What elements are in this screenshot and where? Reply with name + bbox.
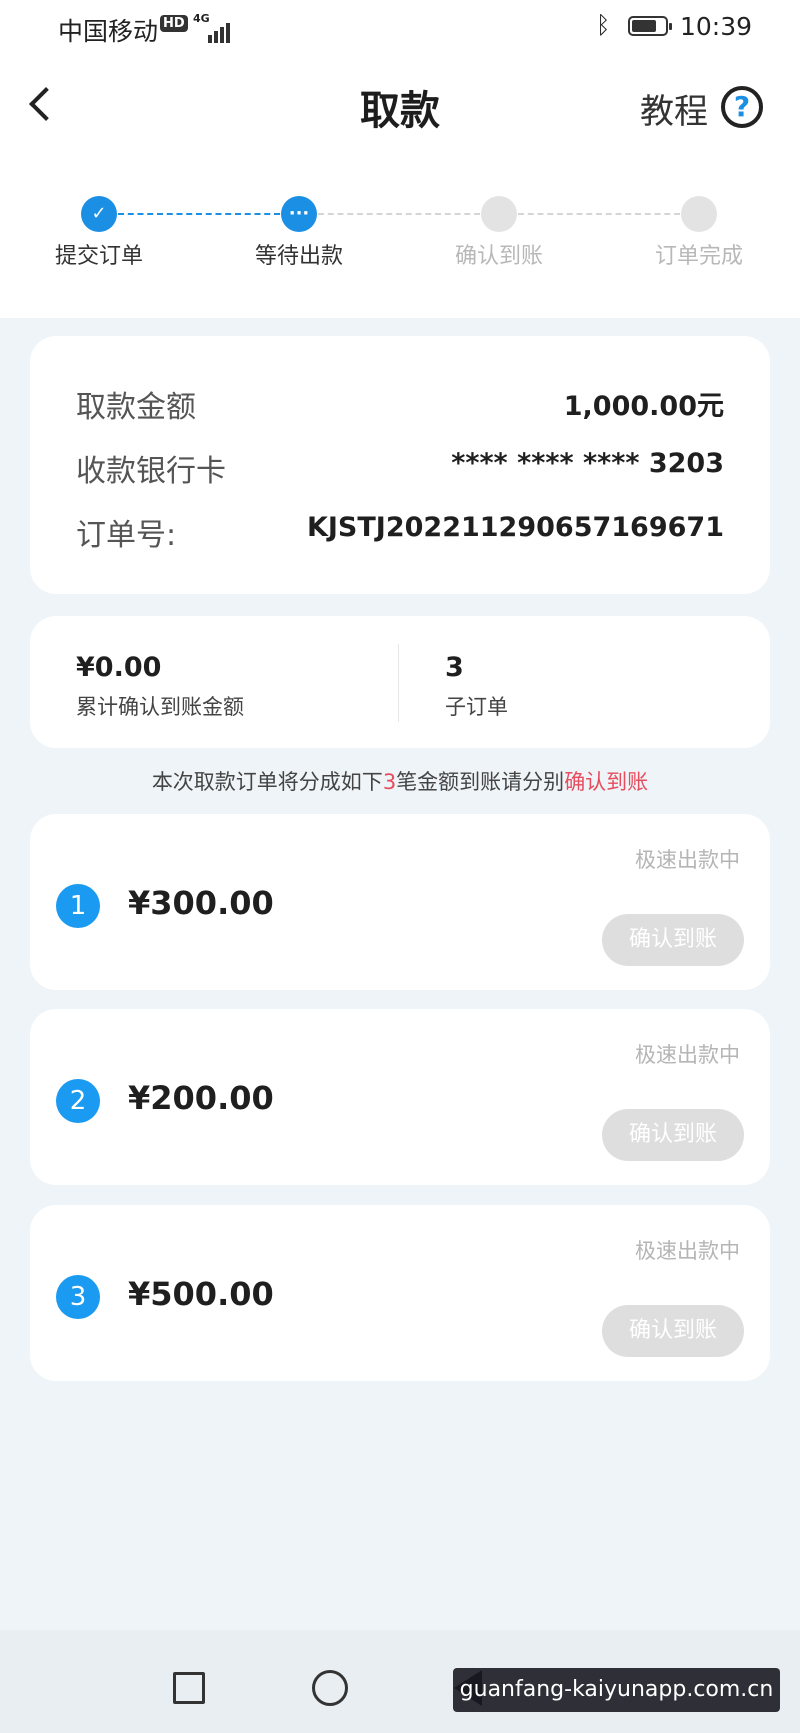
hd-badge: HD (160, 15, 188, 32)
bank-card-row: 收款银行卡 **** **** **** 3203 (76, 446, 724, 490)
confirm-received-button[interactable]: 确认到账 (602, 1305, 744, 1357)
sub-order-count: 3 (445, 652, 464, 683)
split-notice: 本次取款订单将分成如下3笔金额到账请分别确认到账 (0, 766, 800, 796)
bank-card-label: 收款银行卡 (76, 454, 226, 489)
withdraw-info-card: 取款金额 1,000.00元 收款银行卡 **** **** **** 3203… (30, 336, 770, 594)
confirmed-amount-label: 累计确认到账金额 (76, 695, 244, 719)
order-number-value: KJSTJ202211290657169671 (306, 512, 724, 543)
amount-label: 取款金额 (76, 390, 196, 425)
step-label-complete: 订单完成 (654, 244, 743, 269)
ellipsis-icon: ··· (281, 196, 317, 232)
bank-card-value: **** **** **** 3203 (451, 448, 724, 479)
confirm-received-button[interactable]: 确认到账 (602, 914, 744, 966)
confirmed-amount-block: ¥0.00 累计确认到账金额 (76, 652, 244, 721)
step-connector (318, 213, 480, 215)
order-index-badge: 3 (56, 1275, 100, 1319)
bluetooth-icon: ᛒ (596, 11, 611, 39)
help-icon[interactable]: ? (721, 86, 763, 128)
notice-count: 3 (382, 770, 397, 794)
divider (398, 644, 399, 722)
sub-order-card: 1 ¥300.00 极速出款中 确认到账 (30, 814, 770, 990)
sub-order-card: 2 ¥200.00 极速出款中 确认到账 (30, 1009, 770, 1185)
progress-steps: ✓ ··· 提交订单 等待出款 确认到账 订单完成 (0, 196, 800, 276)
sub-order-label: 子订单 (445, 695, 508, 719)
sub-order-amount: ¥500.00 (128, 1275, 274, 1313)
summary-card: ¥0.00 累计确认到账金额 3 子订单 (30, 616, 770, 748)
step-label-confirm: 确认到账 (454, 244, 543, 269)
sub-order-status: 极速出款中 (635, 1043, 740, 1067)
notice-action: 确认到账 (564, 770, 649, 794)
status-bar: 中国移动 HD 4G ᛒ 10:39 (0, 0, 800, 56)
amount-value: 1,000.00元 (563, 391, 724, 422)
battery-icon (628, 16, 672, 36)
sub-order-status: 极速出款中 (635, 1239, 740, 1263)
confirm-received-button[interactable]: 确认到账 (602, 1109, 744, 1161)
order-index-badge: 2 (56, 1079, 100, 1123)
order-number-row: 订单号: KJSTJ202211290657169671 (76, 510, 724, 554)
signal-icon (208, 14, 232, 43)
sub-order-card: 3 ¥500.00 极速出款中 确认到账 (30, 1205, 770, 1381)
pending-step-icon (481, 196, 517, 232)
step-label-submit: 提交订单 (54, 244, 143, 269)
step-connector (518, 213, 680, 215)
step-label-waiting: 等待出款 (254, 244, 343, 269)
confirmed-amount: ¥0.00 (76, 652, 162, 683)
amount-row: 取款金额 1,000.00元 (76, 382, 724, 426)
home-icon[interactable] (312, 1670, 348, 1706)
sub-order-amount: ¥200.00 (128, 1079, 274, 1117)
sub-order-count-block: 3 子订单 (445, 652, 508, 721)
order-number-label: 订单号: (76, 518, 177, 553)
pending-step-icon (681, 196, 717, 232)
step-connector (118, 213, 280, 215)
recent-apps-icon[interactable] (173, 1672, 205, 1704)
notice-middle: 笔金额到账请分别 (396, 770, 565, 794)
clock: 10:39 (680, 12, 753, 41)
check-icon: ✓ (81, 196, 117, 232)
notice-prefix: 本次取款订单将分成如下 (151, 770, 383, 794)
order-index-badge: 1 (56, 884, 100, 928)
carrier-name: 中国移动 (58, 17, 159, 46)
sub-order-status: 极速出款中 (635, 848, 740, 872)
tutorial-link[interactable]: 教程 (640, 84, 708, 133)
watermark: guanfang-kaiyunapp.com.cn (453, 1668, 780, 1712)
sub-order-amount: ¥300.00 (128, 884, 274, 922)
